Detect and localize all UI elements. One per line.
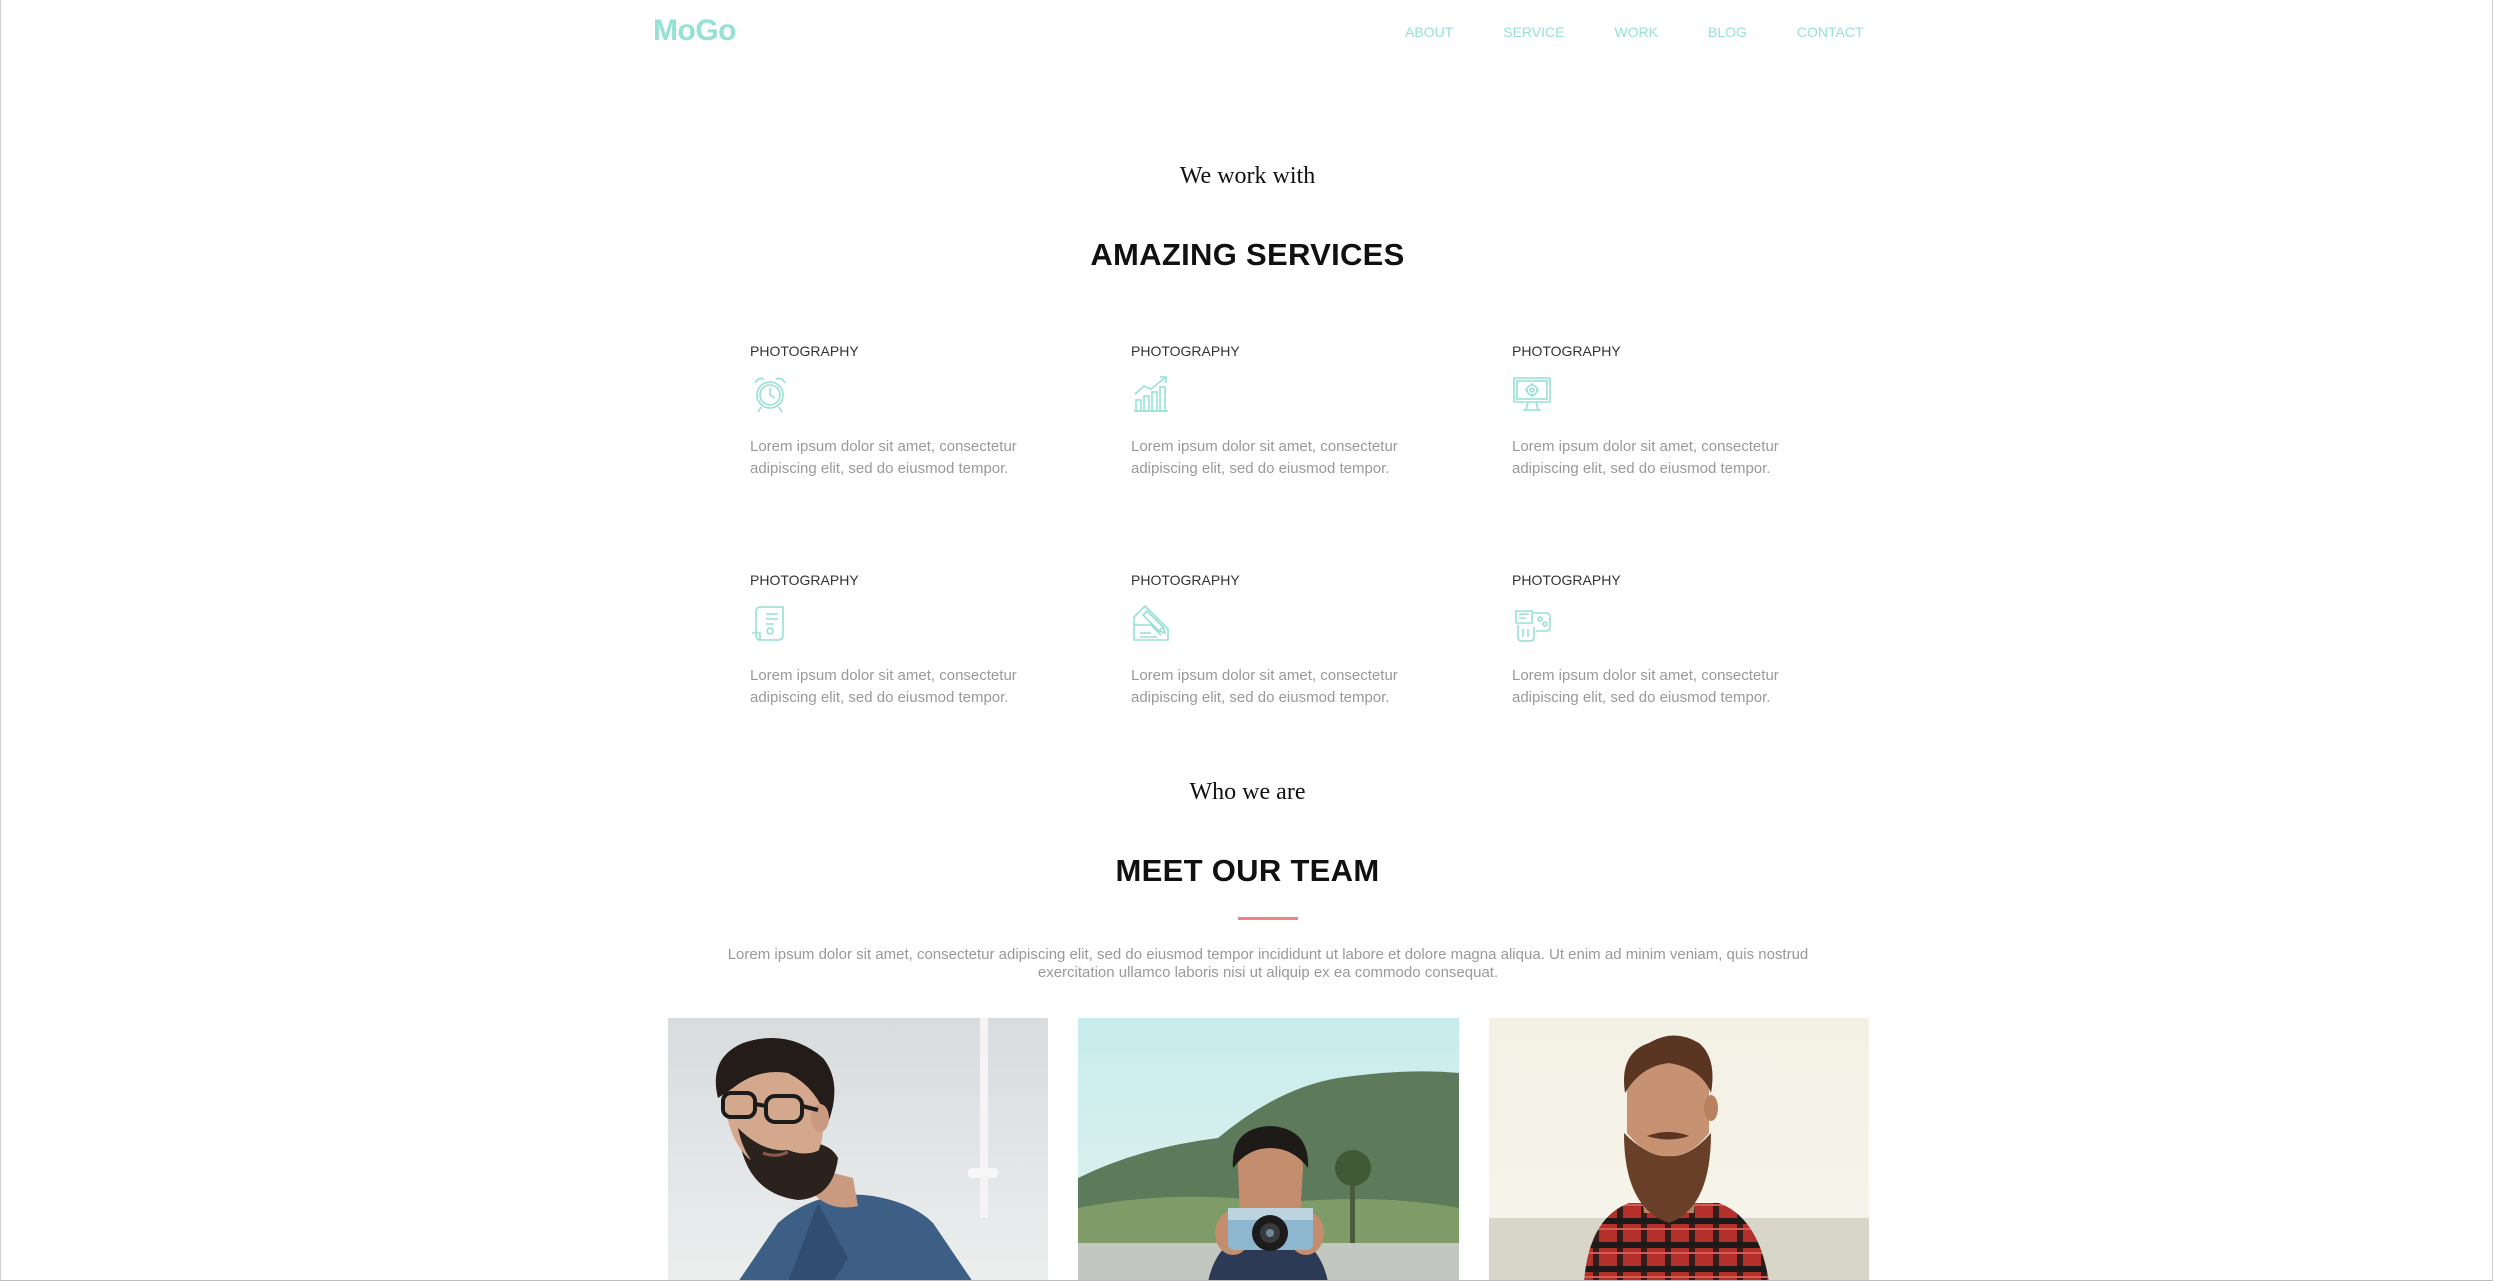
service-title: PHOTOGRAPHY	[1512, 572, 1621, 588]
services-subtitle: We work with	[1179, 163, 1316, 189]
nav-work[interactable]: WORK	[1614, 24, 1658, 40]
service-description: Lorem ipsum dolor sit amet, consectetur …	[1512, 667, 1779, 706]
service-description: Lorem ipsum dolor sit amet, consectetur …	[750, 667, 1017, 706]
team-title: MEET OUR TEAM	[1115, 853, 1380, 888]
document-scroll-icon	[752, 606, 784, 641]
nav-service[interactable]: SERVICE	[1503, 24, 1564, 40]
blueprint-pencil-icon	[1133, 604, 1169, 641]
monitor-gear-icon	[1513, 377, 1551, 411]
team-member-plaid-shirt-photo[interactable]	[1488, 1018, 1869, 1280]
nav-contact[interactable]: CONTACT	[1797, 24, 1864, 40]
service-title: PHOTOGRAPHY	[1131, 343, 1240, 359]
team-member-plaid-shirt-illustration	[1488, 1018, 1869, 1280]
service-title: PHOTOGRAPHY	[750, 343, 859, 359]
logo[interactable]: MoGo	[653, 14, 736, 48]
services-grid: PHOTOGRAPHY Lorem ipsum dolor sit amet, …	[750, 343, 1890, 801]
service-card: PHOTOGRAPHY Lorem ipsum dolor sit amet, …	[1512, 572, 1890, 801]
main-nav: ABOUT SERVICE WORK BLOG CONTACT	[1405, 24, 1864, 40]
bar-chart-growth-icon	[1134, 376, 1168, 412]
service-card: PHOTOGRAPHY Lorem ipsum dolor sit amet, …	[750, 572, 1131, 801]
team-subtitle: Who we are	[1189, 779, 1306, 805]
service-card: PHOTOGRAPHY Lorem ipsum dolor sit amet, …	[1512, 343, 1890, 572]
services-title: AMAZING SERVICES	[1090, 237, 1405, 272]
service-card: PHOTOGRAPHY Lorem ipsum dolor sit amet, …	[750, 343, 1131, 572]
service-description: Lorem ipsum dolor sit amet, consectetur …	[1131, 667, 1398, 706]
team-member-glasses-illustration	[668, 1018, 1049, 1280]
service-description: Lorem ipsum dolor sit amet, consectetur …	[750, 438, 1017, 477]
title-divider	[1238, 917, 1298, 920]
service-card: PHOTOGRAPHY Lorem ipsum dolor sit amet, …	[1131, 343, 1512, 572]
service-title: PHOTOGRAPHY	[1512, 343, 1621, 359]
service-description: Lorem ipsum dolor sit amet, consectetur …	[1512, 438, 1779, 477]
nav-about[interactable]: ABOUT	[1405, 24, 1453, 40]
team-member-glasses-photo[interactable]	[668, 1018, 1049, 1280]
team-member-camera-photo[interactable]	[1078, 1018, 1459, 1280]
nav-blog[interactable]: BLOG	[1708, 24, 1747, 40]
team-description: Lorem ipsum dolor sit amet, consectetur …	[727, 946, 1809, 981]
service-description: Lorem ipsum dolor sit amet, consectetur …	[1131, 438, 1398, 477]
team-photos	[668, 1018, 1869, 1280]
service-card: PHOTOGRAPHY Lorem ipsum dolor sit amet, …	[1131, 572, 1512, 801]
paint-palette-icon	[1515, 610, 1551, 642]
service-title: PHOTOGRAPHY	[1131, 572, 1240, 588]
team-member-camera-illustration	[1078, 1018, 1459, 1280]
page: MoGo ABOUT SERVICE WORK BLOG CONTACT We …	[0, 0, 2493, 1281]
service-title: PHOTOGRAPHY	[750, 572, 859, 588]
alarm-clock-icon	[754, 377, 786, 413]
